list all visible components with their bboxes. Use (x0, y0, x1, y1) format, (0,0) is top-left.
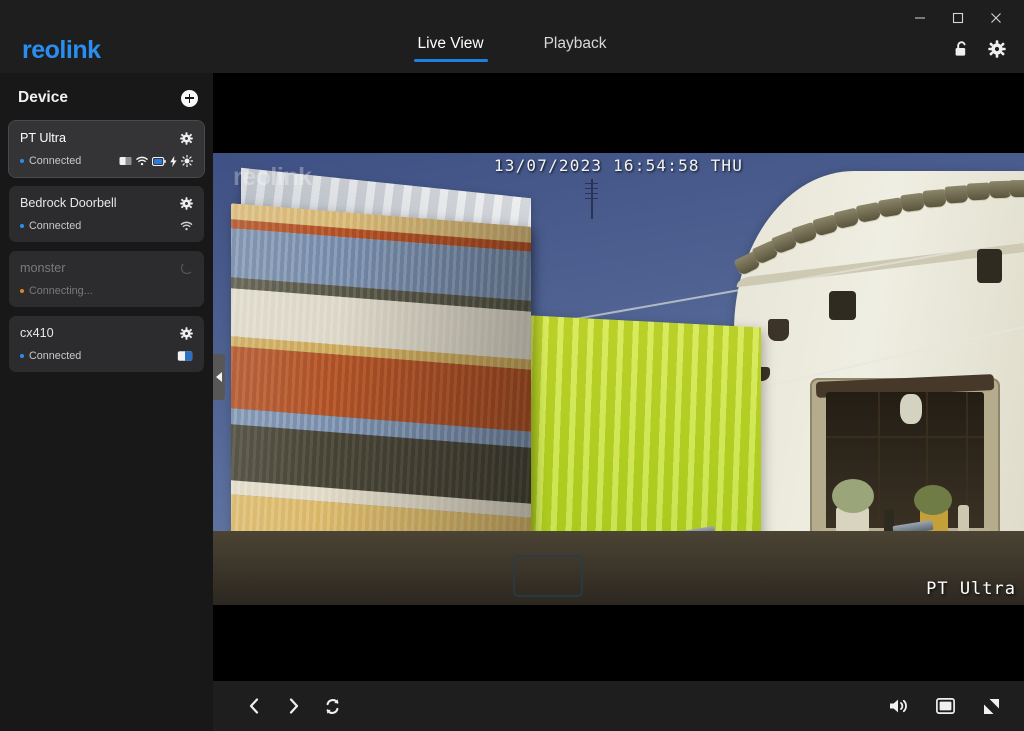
antenna (591, 179, 593, 219)
wifi-icon (180, 221, 193, 231)
sidebar-header: Device (9, 73, 204, 121)
chevron-left-icon (216, 372, 222, 382)
device-status: Connected (20, 220, 81, 232)
sd-card-icon (177, 350, 193, 362)
battery-icon (152, 157, 166, 166)
potted-plant (914, 485, 952, 515)
device-name: cx410 (20, 326, 54, 340)
device-name: monster (20, 261, 66, 275)
device-name: PT Ultra (20, 131, 66, 145)
fullscreen-button[interactable] (980, 695, 1002, 717)
video-frame: reolink 13/07/2023 16:54:58 THU PT Ultra (213, 153, 1024, 605)
close-button[interactable] (982, 6, 1010, 30)
title-bar: reolink Live View Playback (0, 0, 1024, 73)
towel-shading (231, 203, 531, 579)
status-dot (20, 224, 24, 228)
window-bar (878, 392, 880, 531)
device-row-bottom: Connected (20, 349, 193, 363)
reolink-client-window: reolink Live View Playback (0, 0, 1024, 731)
video-stage[interactable]: reolink 13/07/2023 16:54:58 THU PT Ultra (213, 73, 1024, 681)
device-badges (177, 350, 193, 362)
snapshot-button[interactable] (934, 695, 956, 717)
device-row-bottom: Connected (20, 154, 193, 168)
device-status-label: Connected (29, 155, 81, 167)
bicycle (513, 555, 583, 597)
wall-lamp (768, 319, 789, 341)
video-camera-label: PT Ultra (926, 579, 1016, 599)
device-row-top: Bedrock Doorbell (20, 196, 193, 210)
tab-playback[interactable]: Playback (544, 36, 607, 62)
status-dot (20, 289, 24, 293)
header-tools (953, 40, 1006, 58)
refresh-button[interactable] (321, 695, 343, 717)
maximize-button[interactable] (944, 6, 972, 30)
app-body: Device PT Ultra (0, 73, 1024, 731)
device-row-top: cx410 (20, 326, 193, 340)
foreground-objects (213, 531, 1024, 605)
device-status: Connecting... (20, 285, 93, 297)
device-row-top: PT Ultra (20, 131, 193, 145)
device-settings-gear-icon[interactable] (180, 327, 193, 340)
main-panel: reolink 13/07/2023 16:54:58 THU PT Ultra (213, 73, 1024, 731)
potted-plant (832, 479, 874, 513)
unlock-icon[interactable] (953, 40, 970, 58)
device-row-top: monster (20, 261, 193, 275)
device-item-cx410[interactable]: cx410 (9, 316, 204, 372)
next-channel-button[interactable] (282, 695, 304, 717)
status-dot (20, 354, 24, 358)
device-status: Connected (20, 155, 81, 167)
device-sidebar: Device PT Ultra (0, 73, 213, 731)
status-dot (20, 159, 24, 163)
sd-card-icon (119, 156, 132, 166)
main-nav: Live View Playback (0, 36, 1024, 62)
device-status-label: Connected (29, 350, 81, 362)
device-status-label: Connecting... (29, 285, 93, 297)
device-status-label: Connected (29, 220, 81, 232)
device-item-monster[interactable]: monster Connecting... (9, 251, 204, 307)
device-settings-gear-icon[interactable] (180, 197, 193, 210)
settings-gear-icon[interactable] (988, 40, 1006, 58)
video-timestamp: 13/07/2023 16:54:58 THU (213, 156, 1024, 175)
tab-live-view-label: Live View (418, 35, 484, 52)
wall-vent (829, 291, 856, 320)
minimize-button[interactable] (906, 6, 934, 30)
striped-towel (231, 203, 531, 579)
sidebar-collapse-handle[interactable] (213, 354, 225, 400)
lightning-icon (170, 156, 177, 167)
device-row-bottom: Connected (20, 219, 193, 233)
player-control-bar (213, 681, 1024, 731)
tab-playback-label: Playback (544, 35, 607, 52)
window-controls (906, 6, 1010, 30)
device-item-bedrock-doorbell[interactable]: Bedrock Doorbell (9, 186, 204, 242)
volume-button[interactable] (888, 695, 910, 717)
solar-icon (181, 155, 193, 167)
device-settings-gear-icon[interactable] (180, 132, 193, 145)
device-status: Connected (20, 350, 81, 362)
device-row-bottom: Connecting... (20, 284, 193, 298)
device-name: Bedrock Doorbell (20, 196, 117, 210)
wall-vent (977, 249, 1002, 283)
device-badges (180, 221, 193, 231)
sidebar-title: Device (18, 89, 68, 107)
tab-live-view[interactable]: Live View (418, 36, 484, 62)
add-device-button[interactable] (181, 90, 198, 107)
device-item-pt-ultra[interactable]: PT Ultra (9, 121, 204, 177)
loading-spinner-icon (181, 262, 193, 274)
hanging-flowers (900, 394, 922, 424)
wifi-icon (136, 156, 148, 166)
previous-channel-button[interactable] (243, 695, 265, 717)
window-bar (826, 436, 984, 438)
playback-nav-controls (243, 681, 343, 731)
player-right-controls (888, 681, 1002, 731)
device-badges (119, 155, 193, 167)
